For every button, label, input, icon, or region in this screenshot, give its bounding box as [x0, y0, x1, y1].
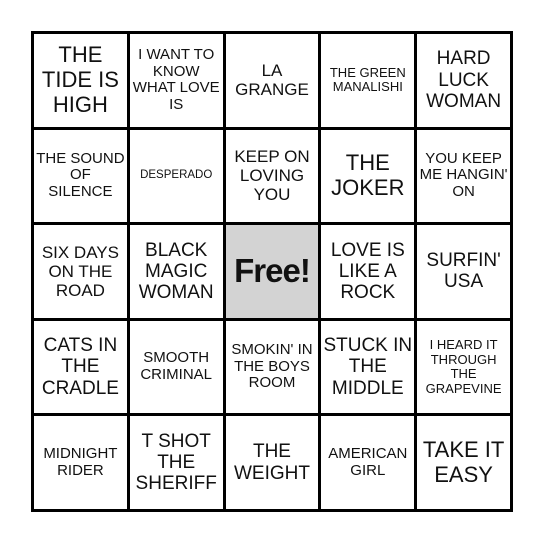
cell-label: MIDNIGHT RIDER	[43, 444, 118, 479]
cell-label: HARD LUCK WOMAN	[426, 48, 502, 112]
cell-label: I HEARD IT THROUGH THE GRAPEVINE	[425, 337, 502, 396]
bingo-cell[interactable]: LOVE IS LIKE A ROCK	[321, 225, 415, 318]
bingo-cell[interactable]: THE JOKER	[321, 129, 415, 223]
cell-label: CATS IN THE CRADLE	[41, 335, 119, 399]
cell-label: LOVE IS LIKE A ROCK	[330, 239, 405, 304]
cell-label: I WANT TO KNOW WHAT LOVE IS	[132, 45, 220, 114]
cell-label: THE SOUND OF SILENCE	[36, 149, 125, 201]
bingo-cell[interactable]: I WANT TO KNOW WHAT LOVE IS	[129, 34, 223, 127]
cell-label: DESPERADO	[140, 169, 213, 182]
bingo-cell[interactable]: SMOOTH CRIMINAL	[129, 320, 223, 414]
bingo-cell[interactable]: KEEP ON LOVING YOU	[225, 129, 319, 223]
cell-label: AMERICAN GIRL	[328, 444, 408, 479]
bingo-cell[interactable]: THE GREEN MANALISHI	[321, 34, 415, 127]
bingo-cell[interactable]: THE WEIGHT	[225, 416, 319, 509]
cell-label: STUCK IN THE MIDDLE	[323, 335, 413, 399]
bingo-cell[interactable]: THE TIDE IS HIGH	[34, 34, 127, 127]
cell-label: YOU KEEP ME HANGIN' ON	[419, 149, 508, 201]
bingo-cell[interactable]: BLACK MAGIC WOMAN	[129, 225, 223, 318]
cell-label: KEEP ON LOVING YOU	[234, 147, 310, 205]
cell-label: BLACK MAGIC WOMAN	[138, 239, 214, 304]
bingo-cell[interactable]: TAKE IT EASY	[417, 416, 510, 509]
bingo-cell[interactable]: DESPERADO	[129, 129, 223, 223]
cell-label: SMOKIN' IN THE BOYS ROOM	[231, 340, 313, 392]
bingo-cell[interactable]: I HEARD IT THROUGH THE GRAPEVINE	[417, 320, 510, 414]
bingo-cell[interactable]: MIDNIGHT RIDER	[34, 416, 127, 509]
cell-label: T SHOT THE SHERIFF	[135, 430, 217, 495]
free-space-cell[interactable]: Free!	[225, 225, 319, 318]
bingo-cell[interactable]: AMERICAN GIRL	[321, 416, 415, 509]
cell-label: LA GRANGE	[235, 61, 309, 100]
cell-label: SMOOTH CRIMINAL	[140, 349, 213, 384]
bingo-cell[interactable]: HARD LUCK WOMAN	[417, 34, 510, 127]
bingo-cell[interactable]: LA GRANGE	[225, 34, 319, 127]
free-label: Free!	[234, 252, 311, 290]
cell-label: SIX DAYS ON THE ROAD	[41, 242, 119, 300]
cell-label: THE WEIGHT	[233, 441, 310, 484]
bingo-cell[interactable]: CATS IN THE CRADLE	[34, 320, 127, 414]
cell-label: SURFIN' USA	[426, 250, 501, 293]
bingo-cell[interactable]: YOU KEEP ME HANGIN' ON	[417, 129, 510, 223]
bingo-cell[interactable]: SMOKIN' IN THE BOYS ROOM	[225, 320, 319, 414]
cell-label: TAKE IT EASY	[422, 437, 505, 487]
bingo-cell[interactable]: SIX DAYS ON THE ROAD	[34, 225, 127, 318]
cell-label: THE TIDE IS HIGH	[41, 42, 119, 117]
cell-label: THE GREEN MANALISHI	[329, 64, 406, 95]
cell-label: THE JOKER	[331, 150, 405, 200]
bingo-cell[interactable]: SURFIN' USA	[417, 225, 510, 318]
bingo-board: THE TIDE IS HIGH I WANT TO KNOW WHAT LOV…	[31, 31, 513, 512]
bingo-cell[interactable]: STUCK IN THE MIDDLE	[321, 320, 415, 414]
bingo-cell[interactable]: T SHOT THE SHERIFF	[129, 416, 223, 509]
bingo-cell[interactable]: THE SOUND OF SILENCE	[34, 129, 127, 223]
